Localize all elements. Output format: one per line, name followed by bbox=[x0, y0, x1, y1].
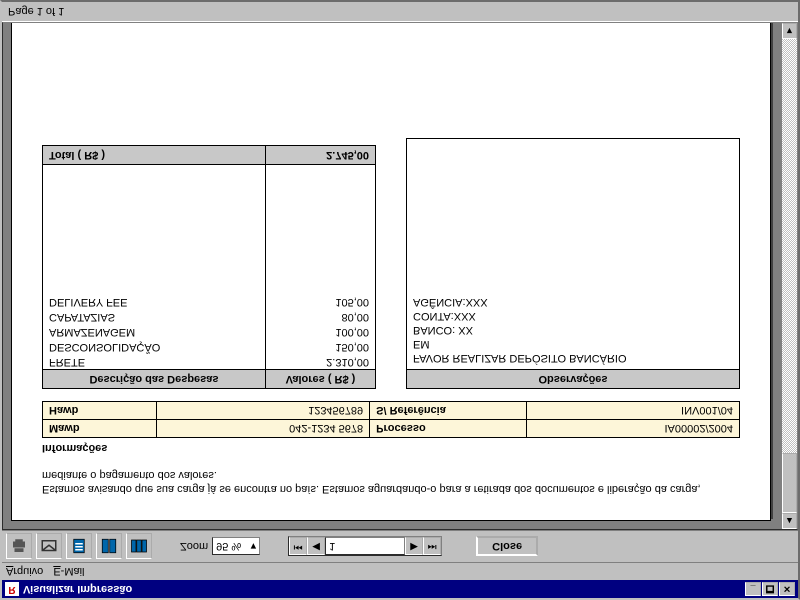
status-bar: Page 1 of 1 bbox=[2, 2, 798, 22]
referencia-value: INV001/04 bbox=[526, 402, 739, 420]
expenses-header-val: Valores ( R$ ) bbox=[266, 370, 376, 389]
page-input[interactable]: 1 bbox=[325, 538, 405, 556]
close-button[interactable]: Close bbox=[476, 537, 538, 557]
table-row: FRETE2.310,00 bbox=[43, 355, 376, 370]
view-single-button[interactable] bbox=[66, 534, 92, 560]
menu-bar: Arquivo E-Mail bbox=[2, 562, 798, 580]
observations-header: Observações bbox=[407, 370, 740, 389]
mawb-label: Mawb bbox=[43, 420, 157, 438]
table-row: DELIVERY FEE105,00 bbox=[43, 295, 376, 310]
minimize-button[interactable]: _ bbox=[745, 582, 761, 596]
total-label: Total ( R$ ) bbox=[43, 146, 266, 165]
maximize-button[interactable]: 🗖 bbox=[762, 582, 778, 596]
toolbar: Zoom 95 % ▾ ⏮ ◀ 1 ▶ ⏭ Close bbox=[2, 530, 798, 562]
printer-icon bbox=[10, 538, 28, 556]
title-bar: R Visualizar Impressão _ 🗖 ✕ bbox=[2, 580, 798, 598]
envelope-icon bbox=[40, 538, 58, 556]
chevron-down-icon[interactable]: ▾ bbox=[251, 540, 257, 553]
table-row: ARMAZENAGEM100,00 bbox=[43, 325, 376, 340]
observations-body: FAVOR REALIZAR DEPÓSITO BANCÁRIO EM BANC… bbox=[407, 139, 740, 370]
expenses-table: Descrição das Despesas Valores ( R$ ) FR… bbox=[42, 145, 376, 389]
last-page-button[interactable]: ⏭ bbox=[423, 538, 441, 556]
scroll-track[interactable] bbox=[782, 39, 797, 513]
zoom-group: Zoom 95 % ▾ bbox=[180, 538, 260, 556]
table-row: DESCONSOLIDAÇÃO150,00 bbox=[43, 340, 376, 355]
window-title: Visualizar Impressão bbox=[23, 583, 745, 595]
app-icon: R bbox=[5, 582, 19, 596]
mail-button[interactable] bbox=[36, 534, 62, 560]
scroll-up-button[interactable]: ▲ bbox=[782, 513, 797, 529]
menu-arquivo[interactable]: Arquivo bbox=[6, 566, 43, 578]
zoom-input[interactable]: 95 % ▾ bbox=[212, 538, 260, 556]
prev-page-button[interactable]: ◀ bbox=[307, 538, 325, 556]
hawb-label: Hawb bbox=[43, 402, 157, 420]
processo-label: Processo bbox=[370, 420, 526, 438]
menu-email[interactable]: E-Mail bbox=[53, 566, 84, 578]
hawb-value: 123456789 bbox=[156, 402, 369, 420]
observations-table: Observações FAVOR REALIZAR DEPÓSITO BANC… bbox=[406, 138, 740, 389]
scroll-down-button[interactable]: ▼ bbox=[782, 23, 797, 39]
window: R Visualizar Impressão _ 🗖 ✕ Arquivo E-M… bbox=[0, 0, 800, 600]
first-page-button[interactable]: ⏮ bbox=[289, 538, 307, 556]
view-multi-button[interactable] bbox=[126, 534, 152, 560]
referencia-label: S/ Referência bbox=[370, 402, 526, 420]
processo-value: IA00002/2004 bbox=[526, 420, 739, 438]
mawb-value: 042-1234 5678 bbox=[156, 420, 369, 438]
page-multi-icon bbox=[130, 538, 148, 556]
page-status: Page 1 of 1 bbox=[8, 6, 64, 18]
page-nav: ⏮ ◀ 1 ▶ ⏭ bbox=[288, 537, 442, 557]
view-double-button[interactable] bbox=[96, 534, 122, 560]
close-window-button[interactable]: ✕ bbox=[779, 582, 795, 596]
body-paragraph: Estamos avisando que sua carga já se enc… bbox=[42, 468, 740, 496]
print-button[interactable] bbox=[6, 534, 32, 560]
table-row: CAPATAZIAS80,00 bbox=[43, 310, 376, 325]
window-buttons: _ 🗖 ✕ bbox=[745, 582, 795, 596]
vertical-scrollbar[interactable]: ▲ ▼ bbox=[781, 23, 797, 529]
zoom-label: Zoom bbox=[180, 541, 208, 553]
preview-area: Estamos avisando que sua carga já se enc… bbox=[2, 22, 798, 530]
info-heading: Informações bbox=[42, 442, 740, 454]
page-double-icon bbox=[100, 538, 118, 556]
next-page-button[interactable]: ▶ bbox=[405, 538, 423, 556]
expenses-header-desc: Descrição das Despesas bbox=[43, 370, 266, 389]
total-value: 2.745,00 bbox=[266, 146, 376, 165]
document-page: Estamos avisando que sua carga já se enc… bbox=[11, 23, 771, 521]
info-table: Mawb 042-1234 5678 Processo IA00002/2004… bbox=[42, 401, 740, 438]
page-single-icon bbox=[70, 538, 88, 556]
scroll-thumb[interactable] bbox=[782, 453, 797, 513]
